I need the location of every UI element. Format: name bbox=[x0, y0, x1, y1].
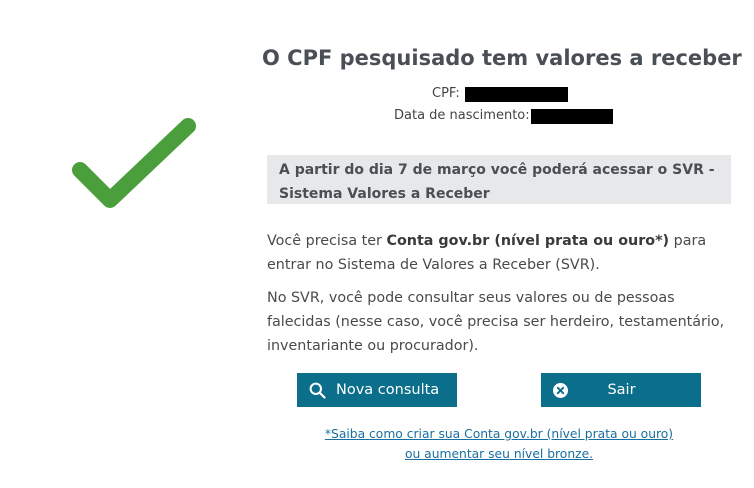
search-icon bbox=[309, 382, 326, 399]
cpf-label: CPF: bbox=[432, 86, 460, 101]
close-circle-icon bbox=[553, 382, 568, 398]
requirement-text-bold: Conta gov.br (nível prata ou ouro*) bbox=[386, 233, 670, 249]
checkmark-icon bbox=[72, 118, 196, 208]
help-link-line2[interactable]: ou aumentar seu nível bronze. bbox=[304, 444, 694, 464]
birthdate-redacted-value bbox=[531, 109, 613, 124]
exit-button[interactable]: Sair bbox=[541, 373, 701, 407]
new-search-label: Nova consulta bbox=[336, 382, 440, 398]
requirement-text-start: Você precisa ter bbox=[267, 233, 387, 249]
new-search-button[interactable]: Nova consulta bbox=[297, 373, 457, 407]
help-link-line1[interactable]: *Saiba como criar sua Conta gov.br (níve… bbox=[304, 424, 694, 444]
birthdate-label: Data de nascimento: bbox=[394, 108, 530, 123]
result-page: O CPF pesquisado tem valores a receber C… bbox=[0, 0, 754, 488]
govbr-help-link[interactable]: *Saiba como criar sua Conta gov.br (níve… bbox=[304, 424, 694, 464]
svr-consult-info-text: No SVR, você pode consultar seus valores… bbox=[267, 290, 725, 354]
govbr-requirement-text: Você precisa ter Conta gov.br (nível pra… bbox=[267, 229, 737, 277]
svr-notice-banner: A partir do dia 7 de março você poderá a… bbox=[267, 155, 731, 204]
exit-label: Sair bbox=[607, 382, 636, 398]
page-title: O CPF pesquisado tem valores a receber bbox=[262, 46, 742, 70]
cpf-redacted-value bbox=[465, 87, 568, 102]
